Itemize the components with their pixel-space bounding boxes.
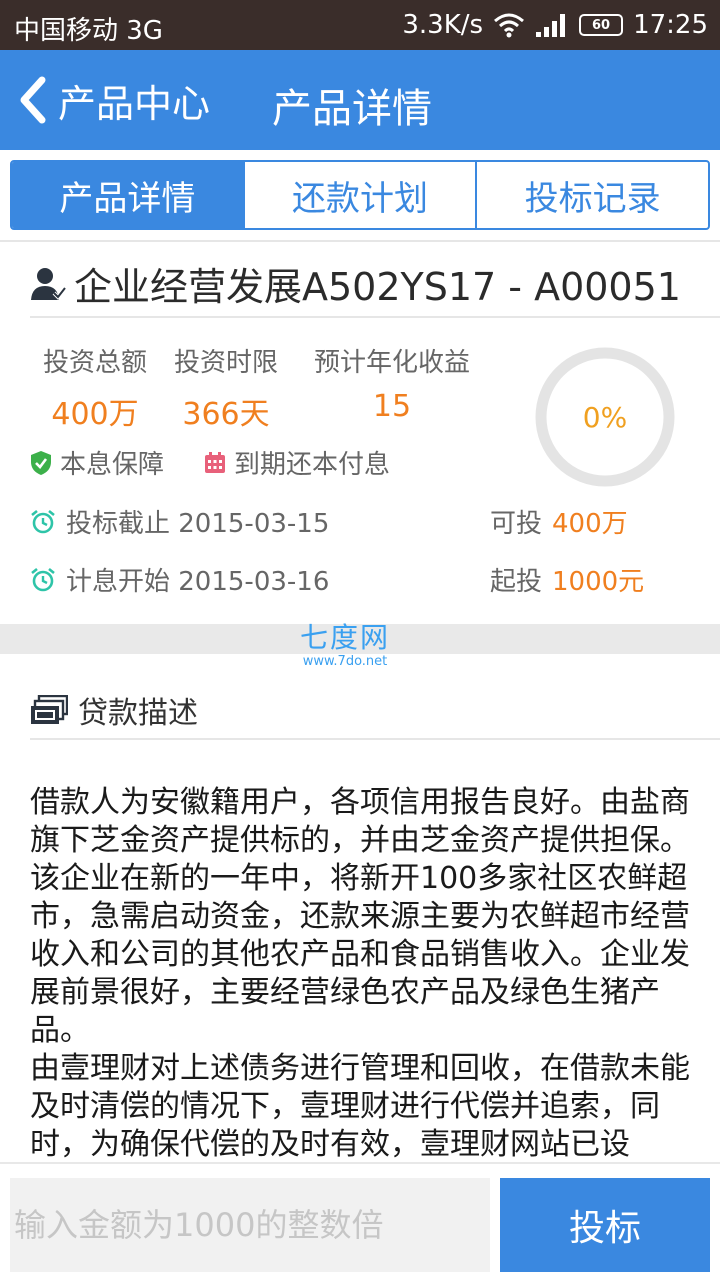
battery-icon: 60	[579, 14, 624, 36]
progress-percent: 0%	[582, 400, 628, 434]
page-title: 产品详情	[272, 86, 432, 132]
divider	[0, 240, 720, 242]
bid-button[interactable]: 投标	[500, 1178, 710, 1272]
metric-label: 预计年化收益	[313, 348, 470, 378]
status-right: 3.3K/s 60 17:25	[402, 10, 708, 40]
date-label: 计息开始 2015-03-16	[66, 567, 330, 597]
date-label: 投标截止 2015-03-15	[66, 509, 330, 539]
carrier-label: 中国移动 3G	[14, 16, 163, 46]
amount-input[interactable]	[10, 1178, 490, 1272]
description-header: 贷款描述	[30, 688, 198, 732]
metric-label: 投资总额	[42, 348, 147, 378]
alarm-clock-icon	[31, 509, 55, 533]
network-speed: 3.3K/s	[402, 10, 484, 40]
divider	[30, 738, 720, 740]
back-label: 产品中心	[58, 81, 211, 126]
signal-icon	[536, 14, 566, 37]
shield-check-icon	[31, 450, 51, 475]
metric-duration: 投资时限 366天	[170, 342, 282, 433]
interest-start: 计息开始 2015-03-16	[30, 561, 329, 598]
money-icon	[31, 695, 68, 724]
metric-value: 15	[372, 389, 412, 424]
tab-product-details[interactable]: 产品详情	[12, 162, 243, 228]
calendar-icon	[205, 451, 225, 473]
tab-repayment-plan[interactable]: 还款计划	[242, 162, 476, 228]
feature-label: 到期还本付息	[234, 450, 391, 480]
feature-guarantee: 本息保障	[30, 444, 164, 481]
minimum-investment: 起投 1000元	[490, 561, 644, 598]
battery-level: 60	[592, 17, 611, 33]
status-bar: 中国移动 3G 3.3K/s 60 17:25	[0, 0, 720, 50]
watermark: 七度网 www.7do.net	[300, 616, 390, 669]
watermark-title: 七度网	[300, 621, 391, 654]
feature-label: 本息保障	[60, 450, 165, 480]
clock: 17:25	[633, 10, 708, 40]
back-button[interactable]: 产品中心	[14, 72, 210, 128]
watermark-url: www.7do.net	[302, 654, 388, 669]
bid-deadline: 投标截止 2015-03-15	[30, 503, 329, 540]
description-body: 借款人为安徽籍用户，各项信用报告良好。由盐商旗下芝金资产提供标的，并由芝金资产提…	[30, 785, 690, 1162]
product-title: 企业经营发展A502YS17 - A00051	[74, 265, 681, 309]
minimum-value: 1000元	[552, 567, 645, 597]
metric-value: 400万	[51, 397, 139, 432]
available-value: 400万	[552, 509, 628, 539]
wifi-icon	[494, 13, 525, 38]
user-verified-icon	[31, 267, 66, 300]
divider	[30, 316, 720, 318]
metric-label: 投资时限	[173, 348, 278, 378]
tab-bar: 产品详情 还款计划 投标记录	[10, 160, 710, 230]
alarm-clock-icon	[31, 567, 55, 591]
progress-ring: 0%	[534, 346, 676, 488]
available-amount: 可投 400万	[490, 503, 628, 540]
nav-bar: 产品中心 产品详情	[0, 50, 720, 150]
bottom-bar: 投标	[0, 1162, 720, 1280]
minimum-label: 起投	[490, 567, 543, 597]
available-label: 可投	[490, 509, 543, 539]
chevron-left-icon	[20, 76, 46, 124]
description-title: 贷款描述	[78, 696, 198, 731]
product-title-row: 企业经营发展A502YS17 - A00051	[30, 256, 681, 311]
tab-bid-records[interactable]: 投标记录	[475, 162, 708, 228]
metric-total-amount: 投资总额 400万	[40, 342, 150, 433]
metric-value: 366天	[182, 397, 270, 432]
metric-annual-yield: 预计年化收益 15	[308, 342, 476, 424]
feature-repayment: 到期还本付息	[204, 444, 390, 481]
